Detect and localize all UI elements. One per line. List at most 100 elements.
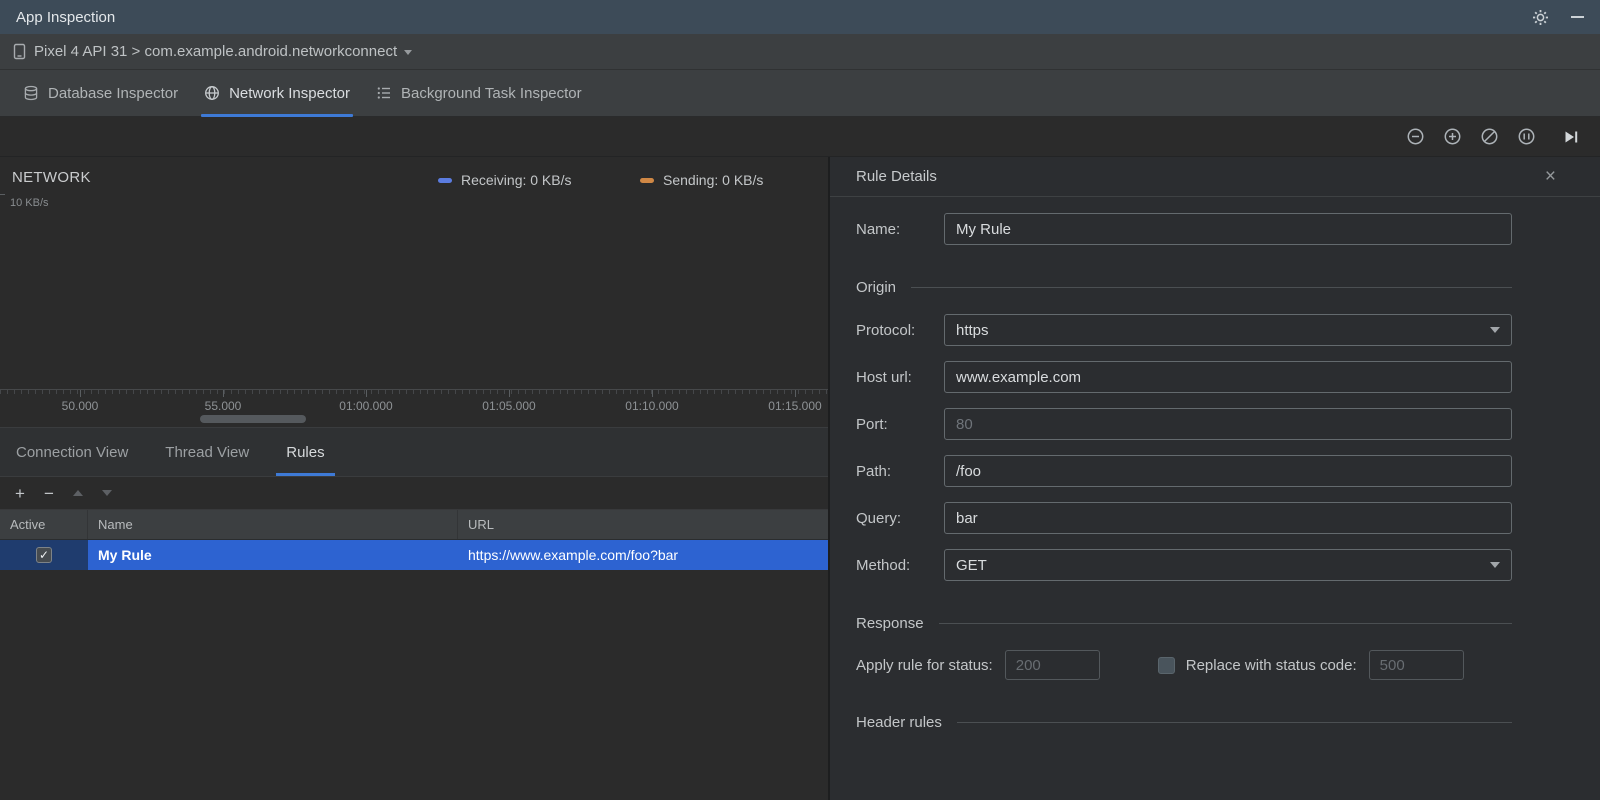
legend-sending-label: Sending: 0 KB/s	[663, 172, 764, 188]
replace-status-field[interactable]	[1368, 650, 1464, 680]
path-label: Path:	[856, 462, 892, 480]
network-timeline-chart: NETWORK Receiving: 0 KB/s Sending: 0 KB/…	[0, 157, 828, 428]
sending-swatch-icon	[640, 177, 654, 183]
port-row: Port:	[856, 408, 1512, 440]
name-row: Name:	[856, 213, 1512, 245]
response-section-header: Response	[856, 615, 1512, 632]
title-bar-actions	[1532, 9, 1584, 26]
view-tab-label: Connection View	[16, 443, 129, 461]
name-label: Name:	[856, 220, 901, 238]
time-tick-label: 55.000	[204, 399, 242, 413]
move-rule-up-icon[interactable]	[72, 490, 83, 496]
remove-rule-button[interactable]: −	[44, 485, 54, 502]
tab-database-inspector[interactable]: Database Inspector	[10, 70, 191, 116]
database-icon	[24, 85, 38, 101]
zoom-to-selection-icon[interactable]	[1517, 127, 1536, 146]
rule-active-checkbox[interactable]: ✓	[36, 547, 52, 563]
close-icon[interactable]: ×	[1545, 167, 1556, 186]
add-rule-button[interactable]: +	[15, 485, 25, 502]
method-label: Method:	[856, 556, 911, 574]
jump-to-live-glyph	[1565, 131, 1578, 142]
window-title: App Inspection	[16, 8, 116, 26]
minimize-icon[interactable]	[1571, 16, 1584, 18]
rules-toolbar: + −	[0, 477, 828, 510]
time-tick-label: 01:15.000	[768, 399, 822, 413]
minor-ticks	[0, 390, 828, 394]
table-row[interactable]: ✓ My Rule https://www.example.com/foo?ba…	[0, 540, 828, 570]
timeline-scrollbar[interactable]	[0, 415, 828, 424]
path-field[interactable]	[944, 455, 1512, 487]
device-process-selector[interactable]: Pixel 4 API 31 > com.example.android.net…	[12, 43, 413, 60]
apply-status-field[interactable]	[1004, 650, 1100, 680]
section-divider	[956, 722, 1512, 723]
device-process-label: Pixel 4 API 31 > com.example.android.net…	[34, 43, 398, 60]
move-rule-down-icon[interactable]	[101, 490, 112, 496]
chevron-down-icon	[1490, 327, 1500, 333]
legend-sending: Sending: 0 KB/s	[640, 172, 763, 188]
header-rules-section-header: Header rules	[856, 714, 1512, 731]
time-tick	[795, 390, 796, 397]
host-row: Host url:	[856, 361, 1512, 393]
rules-table-header: Active Name URL	[0, 510, 828, 540]
protocol-label: Protocol:	[856, 321, 916, 339]
replace-status-checkbox[interactable]	[1157, 656, 1175, 674]
host-url-field[interactable]	[944, 361, 1512, 393]
time-tick-label: 01:05.000	[482, 399, 536, 413]
rule-details-title: Rule Details	[856, 168, 937, 185]
device-phone-icon	[13, 43, 26, 60]
tab-thread-view[interactable]: Thread View	[165, 428, 249, 476]
time-tick	[509, 390, 510, 397]
replace-status-label: Replace with status code:	[1185, 656, 1357, 674]
app-inspection-window: App Inspection Pixel 4 API 31 > com.exam…	[0, 0, 1600, 800]
time-tick-label: 01:00.000	[339, 399, 393, 413]
zoom-out-icon[interactable]	[1406, 127, 1425, 146]
time-tick	[80, 390, 81, 397]
tab-rules[interactable]: Rules	[276, 428, 336, 476]
tab-network-inspector[interactable]: Network Inspector	[191, 70, 363, 117]
tab-label: Network Inspector	[229, 84, 350, 102]
time-tick	[366, 390, 367, 397]
time-tick	[223, 390, 224, 397]
path-row: Path:	[856, 455, 1512, 487]
protocol-dropdown[interactable]: https	[944, 314, 1512, 346]
globe-icon	[205, 86, 220, 100]
jump-to-live-icon[interactable]	[1562, 128, 1580, 146]
response-section-title: Response	[856, 615, 924, 632]
receiving-swatch-icon	[438, 177, 452, 183]
method-value: GET	[956, 556, 987, 574]
gear-icon-glyph	[1533, 9, 1548, 25]
zoom-in-icon[interactable]	[1443, 127, 1462, 146]
reset-zoom-icon[interactable]	[1480, 127, 1499, 146]
tab-background-task-inspector[interactable]: Background Task Inspector	[363, 70, 595, 116]
timeline-toolbar	[0, 117, 1600, 157]
minimize-bar	[1571, 16, 1584, 18]
name-field[interactable]	[944, 213, 1512, 245]
port-field[interactable]	[944, 408, 1512, 440]
time-tick-label: 01:10.000	[625, 399, 679, 413]
zoom-to-selection-glyph	[1518, 128, 1535, 145]
rule-url-cell: https://www.example.com/foo?bar	[468, 547, 679, 563]
network-section-label: NETWORK	[12, 169, 91, 186]
tab-label: Database Inspector	[48, 84, 179, 102]
settings-gear-icon[interactable]	[1532, 9, 1549, 26]
method-dropdown[interactable]: GET	[944, 549, 1512, 581]
time-tick-label: 50.000	[61, 399, 99, 413]
zoom-out-glyph	[1407, 128, 1424, 145]
y-axis-max-label: 10 KB/s	[10, 197, 49, 209]
column-header-name[interactable]: Name	[88, 510, 458, 539]
tab-connection-view[interactable]: Connection View	[16, 428, 128, 476]
rule-details-panel: Rule Details × Name: Origin Protocol: ht…	[830, 157, 1600, 800]
query-row: Query:	[856, 502, 1512, 534]
apply-status-label: Apply rule for status:	[856, 656, 993, 674]
column-header-url[interactable]: URL	[458, 510, 828, 539]
legend-receiving: Receiving: 0 KB/s	[438, 172, 572, 188]
rule-active-cell: ✓	[0, 540, 88, 570]
y-axis-tick	[0, 194, 5, 195]
timeline-scrollbar-thumb[interactable]	[200, 415, 306, 423]
column-header-active[interactable]: Active	[0, 510, 88, 539]
tab-label: Background Task Inspector	[400, 84, 582, 102]
query-field[interactable]	[944, 502, 1512, 534]
zoom-in-glyph	[1444, 128, 1461, 145]
device-bar: Pixel 4 API 31 > com.example.android.net…	[0, 34, 1600, 70]
query-label: Query:	[856, 509, 902, 527]
